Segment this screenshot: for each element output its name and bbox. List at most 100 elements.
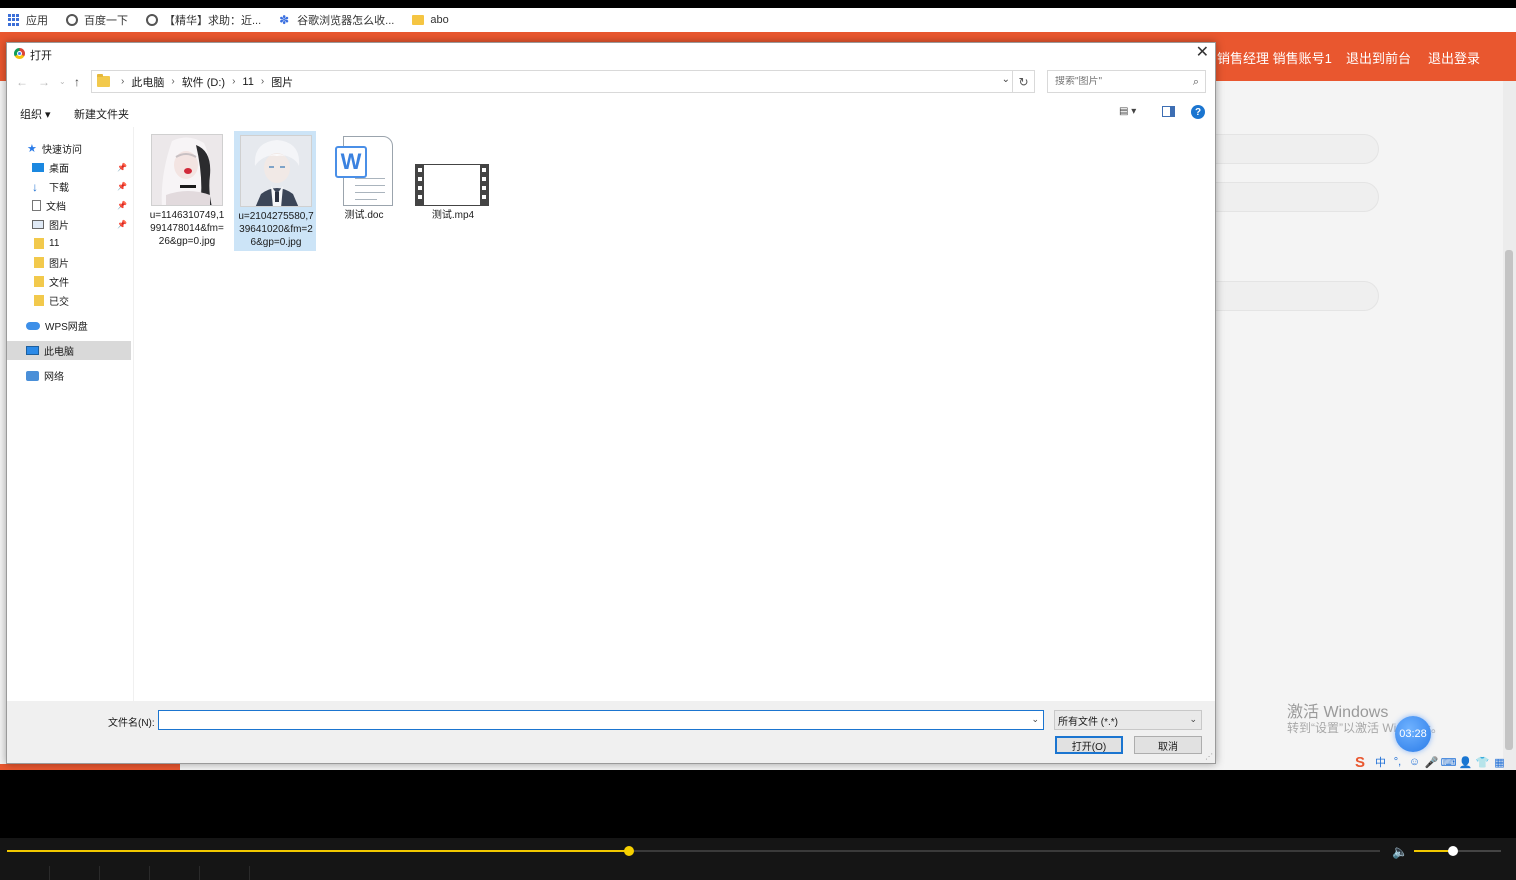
player-button[interactable] — [200, 866, 250, 880]
filename-label: 文件名(N): — [108, 718, 155, 729]
bookmark-forum[interactable]: 【精华】求助：近... — [146, 12, 261, 28]
filetype-select[interactable]: 所有文件 (*.*) ⌄ — [1054, 710, 1202, 730]
emoji-icon[interactable]: ☺ — [1408, 756, 1421, 769]
bookmark-folder-abo[interactable]: abo — [412, 14, 449, 26]
ime-toolbar: S 中 °, ☺ 🎤 ⌨ 👤 👕 ▦ — [1350, 753, 1506, 771]
recent-locations-icon[interactable]: ⌄ — [59, 77, 66, 86]
search-icon[interactable]: ⌕ — [1193, 76, 1199, 89]
breadcrumb-drive-d[interactable]: 软件 (D:) — [182, 74, 225, 90]
nav-folder-files[interactable]: 文件 — [7, 272, 131, 291]
file-name: 测试.doc — [344, 210, 384, 221]
nav-quick-access[interactable]: ★ 快速访问 — [7, 139, 131, 158]
globe-icon — [146, 14, 158, 26]
nav-folder-submitted[interactable]: 已交 — [7, 291, 131, 310]
video-file-icon — [415, 164, 489, 206]
chevron-down-icon[interactable]: ⌄ — [1002, 74, 1010, 85]
folder-icon — [412, 15, 425, 25]
player-button[interactable] — [0, 866, 50, 880]
file-name: u=1146310749,1991478014&fm=26&gp=0.jpg — [149, 210, 225, 247]
nav-folder-11[interactable]: 11 — [7, 234, 131, 253]
file-name: u=2104275580,739641020&fm=26&gp=0.jpg — [238, 211, 314, 248]
site-footer-accent — [0, 764, 180, 770]
skin-icon[interactable]: 👕 — [1476, 756, 1490, 769]
progress-fill — [7, 850, 629, 852]
image-thumbnail — [240, 135, 312, 207]
page-scrollbar-thumb[interactable] — [1505, 250, 1513, 750]
chevron-down-icon[interactable]: ⌄ — [1031, 714, 1039, 725]
dialog-title: 打开 — [30, 50, 52, 62]
filename-input[interactable] — [159, 711, 1019, 729]
view-options-icon[interactable]: ▤ ▾ — [1119, 106, 1147, 118]
exit-to-frontend-link[interactable]: 退出到前台 — [1346, 48, 1411, 67]
forward-arrow-icon[interactable]: → — [38, 75, 50, 89]
search-box[interactable]: ⌕ — [1047, 70, 1206, 93]
breadcrumb-pictures[interactable]: 图片 — [271, 74, 293, 90]
player-button[interactable] — [50, 866, 100, 880]
close-icon[interactable]: ✕ — [1196, 44, 1209, 62]
new-folder-button[interactable]: 新建文件夹 — [74, 106, 129, 122]
document-icon — [32, 200, 41, 211]
file-item[interactable]: 测试.mp4 — [412, 131, 494, 251]
file-item[interactable]: W 测试.doc — [323, 131, 405, 251]
logout-link[interactable]: 退出登录 — [1428, 48, 1480, 67]
user-icon[interactable]: 👤 — [1459, 756, 1473, 769]
pin-icon: 📌 — [117, 220, 127, 229]
toolbox-icon[interactable]: ▦ — [1493, 756, 1506, 769]
player-button[interactable] — [150, 866, 200, 880]
breadcrumb-this-pc[interactable]: 此电脑 — [131, 74, 164, 90]
baidu-paw-icon: ✽ — [279, 13, 290, 27]
pin-icon: 📌 — [117, 201, 127, 210]
address-bar[interactable]: › 此电脑 › 软件 (D:) › 11 › 图片 ⌄ ↻ — [91, 70, 1035, 93]
back-arrow-icon[interactable]: ← — [16, 75, 28, 89]
resize-grip-icon[interactable]: ⋰ — [1205, 752, 1213, 761]
nav-this-pc[interactable]: 此电脑 — [7, 341, 131, 360]
bookmark-chrome-help[interactable]: ✽ 谷歌浏览器怎么收... — [279, 12, 394, 28]
pin-icon: 📌 — [117, 182, 127, 191]
apps-grid-icon — [8, 14, 20, 26]
file-item[interactable]: u=1146310749,1991478014&fm=26&gp=0.jpg — [146, 131, 228, 251]
refresh-icon[interactable]: ↻ — [1012, 71, 1034, 92]
nav-folder-pictures[interactable]: 图片 — [7, 253, 131, 272]
bookmark-baidu[interactable]: 百度一下 — [66, 12, 128, 28]
desktop-icon — [32, 163, 44, 172]
filename-combobox[interactable]: ⌄ — [158, 710, 1044, 730]
folder-icon — [34, 295, 44, 306]
open-button[interactable]: 打开(O) — [1055, 736, 1123, 754]
nav-network[interactable]: 网络 — [7, 366, 131, 385]
player-button[interactable] — [100, 866, 150, 880]
cancel-button[interactable]: 取消 — [1134, 736, 1202, 754]
nav-wps-cloud[interactable]: WPS网盘 — [7, 316, 131, 335]
organize-button[interactable]: 组织 ▾ — [20, 106, 51, 122]
form-input[interactable] — [1190, 134, 1379, 164]
up-arrow-icon[interactable]: ↑ — [74, 75, 80, 89]
bookmark-apps[interactable]: 应用 — [8, 12, 48, 28]
volume-icon[interactable]: 🔈 — [1392, 844, 1408, 860]
nav-pictures[interactable]: 图片 📌 — [7, 215, 131, 234]
nav-documents[interactable]: 文档 📌 — [7, 196, 131, 215]
help-icon[interactable]: ? — [1191, 105, 1205, 119]
recording-timer[interactable]: 03:28 — [1395, 716, 1431, 752]
search-input[interactable] — [1055, 76, 1185, 87]
punctuation-icon[interactable]: °, — [1391, 756, 1404, 769]
file-name: 测试.mp4 — [431, 210, 475, 221]
keyboard-icon[interactable]: ⌨ — [1441, 756, 1457, 769]
folder-icon — [97, 74, 110, 87]
chinese-mode-icon[interactable]: 中 — [1374, 756, 1387, 769]
form-input[interactable] — [1190, 182, 1379, 212]
volume-handle[interactable] — [1448, 846, 1458, 856]
open-file-dialog: 打开 ✕ ← → ⌄ ↑ › 此电脑 › 软件 (D:) › 11 › 图片 ⌄… — [6, 42, 1216, 764]
nav-downloads[interactable]: ↓ 下载 📌 — [7, 177, 131, 196]
breadcrumb-folder-11[interactable]: 11 — [242, 76, 253, 88]
navigation-pane: ★ 快速访问 桌面 📌 ↓ 下载 📌 文档 📌 图片 📌 11 图片 文件 已交… — [7, 127, 134, 701]
progress-handle[interactable] — [624, 846, 634, 856]
preview-pane-icon[interactable] — [1162, 106, 1175, 117]
microphone-icon[interactable]: 🎤 — [1425, 756, 1439, 769]
file-item-selected[interactable]: u=2104275580,739641020&fm=26&gp=0.jpg — [234, 131, 316, 251]
sogou-logo-icon[interactable]: S — [1350, 754, 1370, 771]
computer-icon — [26, 346, 39, 355]
image-thumbnail — [151, 134, 223, 206]
form-input[interactable] — [1190, 281, 1379, 311]
folder-icon — [34, 257, 44, 268]
dialog-titlebar[interactable]: 打开 ✕ — [7, 43, 1215, 65]
nav-desktop[interactable]: 桌面 📌 — [7, 158, 131, 177]
